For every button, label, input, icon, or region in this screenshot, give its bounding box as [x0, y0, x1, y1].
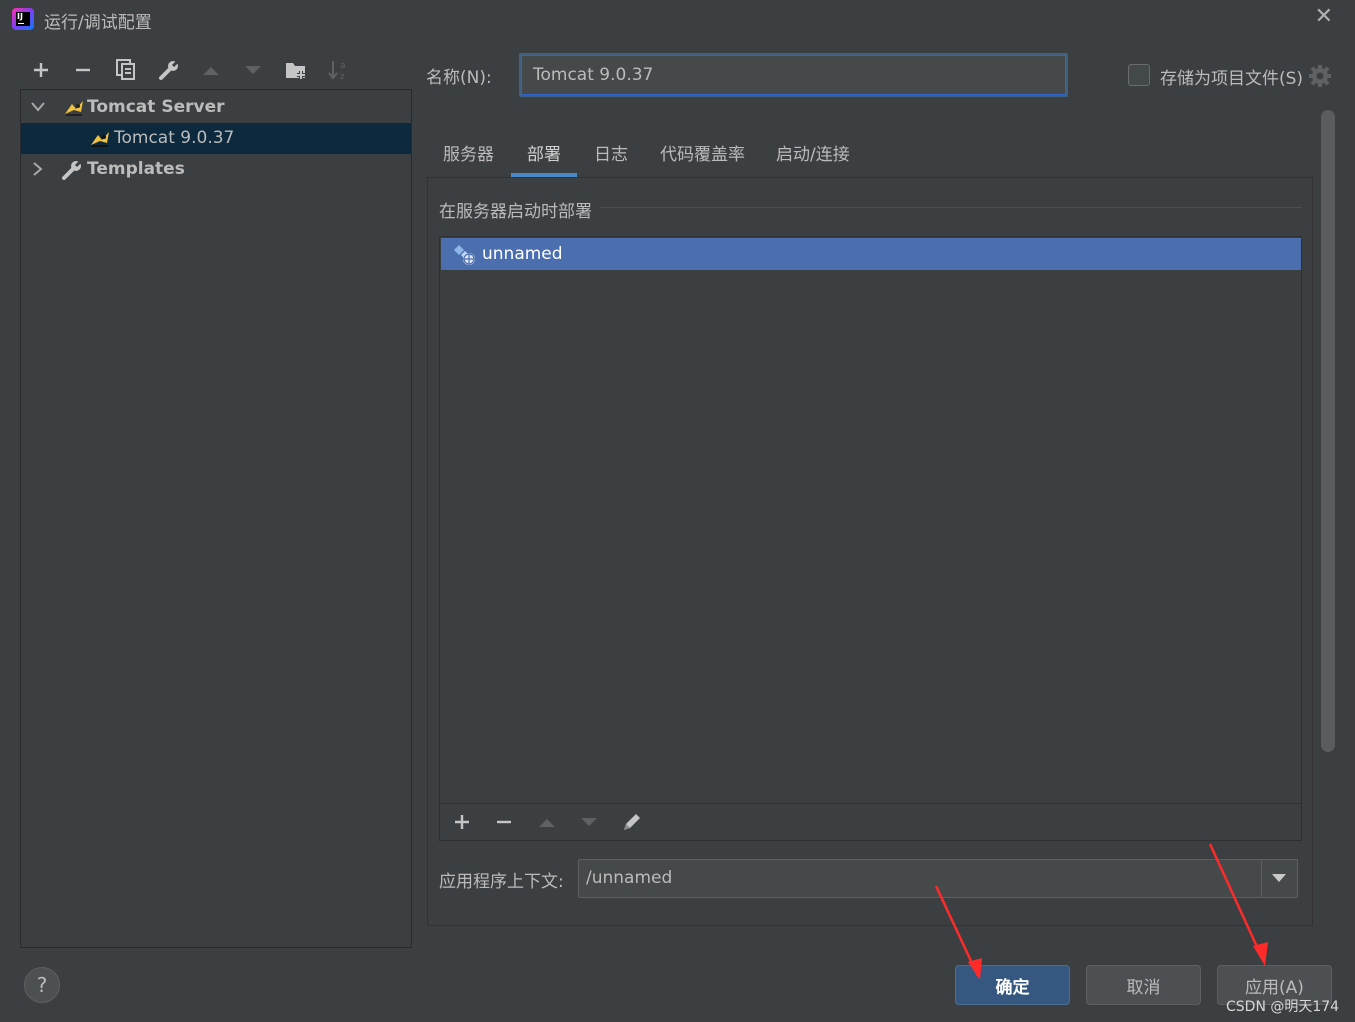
arrow-down-icon	[577, 810, 601, 834]
edit-pencil-icon[interactable]	[620, 810, 644, 834]
store-as-project-file-checkbox[interactable]	[1128, 64, 1150, 86]
plus-icon[interactable]	[29, 58, 53, 82]
arrow-up-icon	[535, 810, 559, 834]
app-context-label: 应用程序上下文:	[439, 872, 564, 892]
tab-code-coverage[interactable]: 代码覆盖率	[660, 140, 745, 165]
annotation-arrow-ok	[934, 885, 982, 980]
tomcat-icon	[91, 132, 109, 147]
wrench-icon[interactable]	[157, 58, 181, 82]
arrow-up-icon	[199, 58, 223, 82]
deploy-item-label: unnamed	[482, 244, 563, 264]
copy-icon[interactable]	[114, 58, 138, 82]
tree-group-tomcat-server[interactable]: Tomcat Server	[21, 92, 411, 123]
sort-az-icon: az	[327, 58, 351, 82]
annotation-arrow-apply	[1208, 843, 1268, 966]
svg-text:z: z	[340, 72, 345, 82]
watermark: CSDN @明天174	[1226, 999, 1340, 1015]
gear-icon[interactable]	[1308, 64, 1332, 93]
vertical-scrollbar[interactable]	[1321, 110, 1335, 752]
artifact-icon	[454, 245, 475, 265]
section-divider	[600, 207, 1302, 208]
deploy-section-title: 在服务器启动时部署	[439, 202, 592, 222]
tab-startup-connection[interactable]: 启动/连接	[776, 140, 850, 165]
chevron-down-icon[interactable]	[31, 102, 45, 112]
close-icon[interactable]: ✕	[1315, 4, 1333, 29]
intellij-app-icon: IJ	[12, 8, 34, 30]
tab-server[interactable]: 服务器	[443, 140, 494, 165]
tab-logs[interactable]: 日志	[594, 140, 628, 165]
name-input[interactable]	[519, 53, 1068, 97]
tree-item-label: Tomcat 9.0.37	[114, 128, 235, 148]
arrow-down-icon	[241, 58, 265, 82]
help-button[interactable]: ?	[24, 967, 60, 1003]
plus-icon[interactable]	[450, 810, 474, 834]
config-tree[interactable]: Tomcat Server Tomcat 9.0.37 Templates	[20, 89, 412, 948]
tab-deployment[interactable]: 部署	[527, 140, 561, 165]
store-as-project-file-label: 存储为项目文件(S)	[1160, 69, 1304, 89]
minus-icon[interactable]	[492, 810, 516, 834]
tree-group-templates[interactable]: Templates	[21, 154, 411, 185]
folder-add-icon[interactable]	[285, 58, 309, 82]
tree-templates-label: Templates	[87, 159, 185, 179]
tree-item-tomcat-9037[interactable]: Tomcat 9.0.37	[21, 123, 411, 154]
tree-group-label: Tomcat Server	[87, 97, 225, 117]
list-item[interactable]: unnamed	[441, 238, 1301, 270]
window-title: 运行/调试配置	[44, 13, 152, 33]
app-context-value: /unnamed	[586, 868, 673, 888]
name-label: 名称(N):	[426, 68, 492, 88]
wrench-icon	[62, 159, 83, 180]
chevron-right-icon[interactable]	[33, 162, 43, 176]
tomcat-icon	[65, 101, 83, 116]
minus-icon[interactable]	[71, 58, 95, 82]
svg-text:a: a	[340, 61, 346, 71]
deploy-list[interactable]: unnamed	[439, 236, 1302, 841]
cancel-button[interactable]: 取消	[1086, 965, 1201, 1005]
deploy-list-toolbar	[440, 803, 1301, 840]
